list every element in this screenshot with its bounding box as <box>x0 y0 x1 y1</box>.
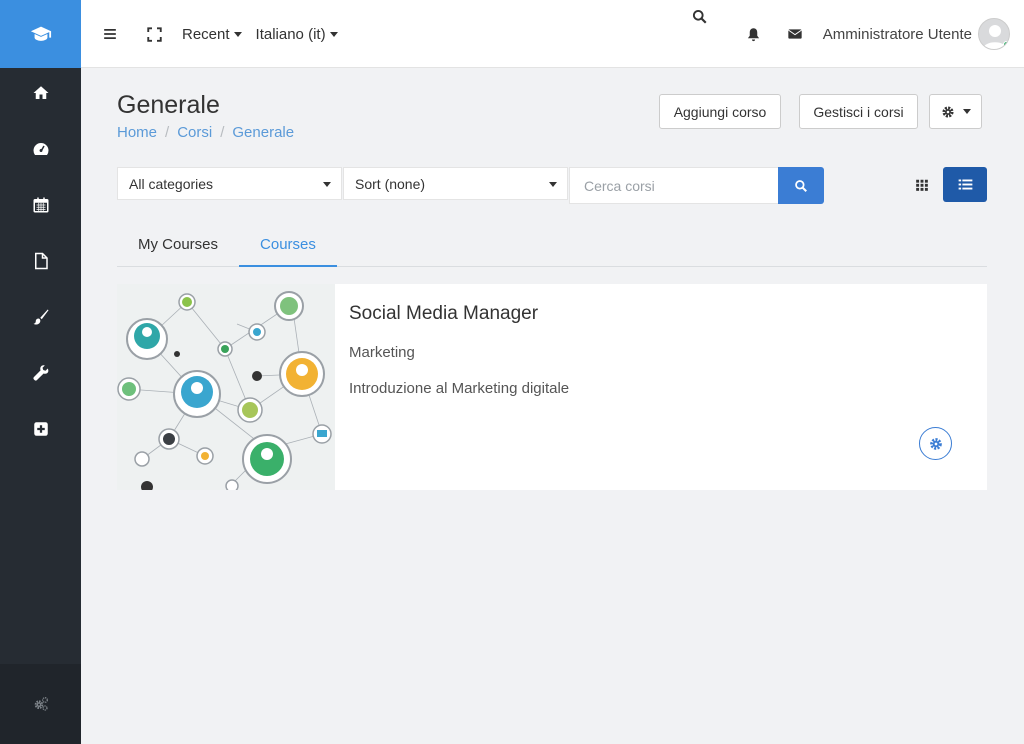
course-category: Marketing <box>349 344 415 361</box>
network-illustration <box>117 284 335 490</box>
grid-icon <box>916 179 928 191</box>
breadcrumb-home[interactable]: Home <box>117 124 157 141</box>
navbar-search-button[interactable] <box>692 9 707 24</box>
language-dropdown[interactable]: Italiano (it) <box>256 26 338 43</box>
sidebar-item-dashboard[interactable] <box>0 121 81 177</box>
caret-down-icon <box>329 31 338 37</box>
sidebar-settings[interactable] <box>0 664 81 744</box>
sidebar-item-add-block[interactable] <box>0 401 81 457</box>
page-title: Generale <box>117 91 220 119</box>
course-image[interactable] <box>117 284 335 490</box>
envelope-icon <box>787 29 802 39</box>
user-name[interactable]: Amministratore Utente <box>823 26 972 43</box>
top-navbar: Recent Italiano (it) Amministratore Uten… <box>81 0 1024 68</box>
avatar[interactable] <box>978 18 1010 50</box>
breadcrumb-separator: / <box>165 124 170 141</box>
sidebar-item-home[interactable] <box>0 65 81 121</box>
settings-menu-button[interactable] <box>929 94 982 129</box>
course-tabs: My Courses Courses <box>117 230 987 267</box>
breadcrumb: Home / Corsi / Generale <box>117 124 294 141</box>
file-icon <box>34 252 48 270</box>
manage-courses-button[interactable]: Gestisci i corsi <box>799 94 918 129</box>
breadcrumb-generale[interactable]: Generale <box>232 124 294 141</box>
recent-label: Recent <box>182 25 230 43</box>
sidebar <box>0 0 81 744</box>
brand-logo[interactable] <box>0 0 81 68</box>
language-label: Italiano (it) <box>255 25 326 43</box>
caret-down-icon <box>323 182 331 187</box>
plus-square-icon <box>33 422 48 436</box>
fullscreen-button[interactable] <box>147 26 162 42</box>
sort-select[interactable]: Sort (none) <box>343 167 568 200</box>
sort-select-value: Sort (none) <box>355 175 426 192</box>
wrench-icon <box>32 365 48 381</box>
sidebar-item-appearance[interactable] <box>0 289 81 345</box>
course-search-input[interactable] <box>569 167 779 204</box>
list-view-button[interactable] <box>943 167 987 202</box>
course-title[interactable]: Social Media Manager <box>349 303 538 325</box>
add-course-button[interactable]: Aggiungi corso <box>659 94 781 129</box>
recent-dropdown[interactable]: Recent <box>182 26 242 43</box>
course-settings-button[interactable] <box>919 427 952 460</box>
gear-icon <box>929 437 942 450</box>
cogs-icon <box>34 697 48 711</box>
caret-down-icon <box>233 31 242 37</box>
dashboard-icon <box>33 143 48 155</box>
drawer-toggle-button[interactable] <box>103 27 117 41</box>
sidebar-item-calendar[interactable] <box>0 177 81 233</box>
brush-icon <box>33 309 48 325</box>
breadcrumb-courses[interactable]: Corsi <box>177 124 212 141</box>
list-icon <box>958 179 972 190</box>
category-select[interactable]: All categories <box>117 167 342 200</box>
notifications-button[interactable] <box>746 27 761 42</box>
course-summary: Introduzione al Marketing digitale <box>349 380 570 397</box>
hamburger-icon <box>104 29 116 39</box>
main-region: Generale Home / Corsi / Generale Aggiung… <box>81 68 1024 744</box>
graduation-cap-icon <box>30 26 51 41</box>
search-icon <box>692 9 707 24</box>
search-icon <box>795 179 807 192</box>
caret-down-icon <box>549 182 557 187</box>
course-card[interactable]: Social Media Manager Marketing Introduzi… <box>117 284 987 490</box>
tab-my-courses[interactable]: My Courses <box>117 230 239 267</box>
course-search-button[interactable] <box>778 167 824 204</box>
caret-down-icon <box>962 109 971 114</box>
expand-icon <box>147 26 162 42</box>
tab-courses[interactable]: Courses <box>239 230 337 267</box>
sidebar-item-admin[interactable] <box>0 345 81 401</box>
messages-button[interactable] <box>787 26 803 42</box>
gear-icon <box>941 105 954 118</box>
breadcrumb-separator: / <box>220 124 225 141</box>
online-status-dot <box>1003 41 1009 48</box>
category-select-value: All categories <box>129 175 214 192</box>
home-icon <box>33 86 48 99</box>
sidebar-item-files[interactable] <box>0 233 81 289</box>
calendar-icon <box>33 197 48 213</box>
grid-view-button[interactable] <box>904 167 940 202</box>
bell-icon <box>747 27 759 41</box>
